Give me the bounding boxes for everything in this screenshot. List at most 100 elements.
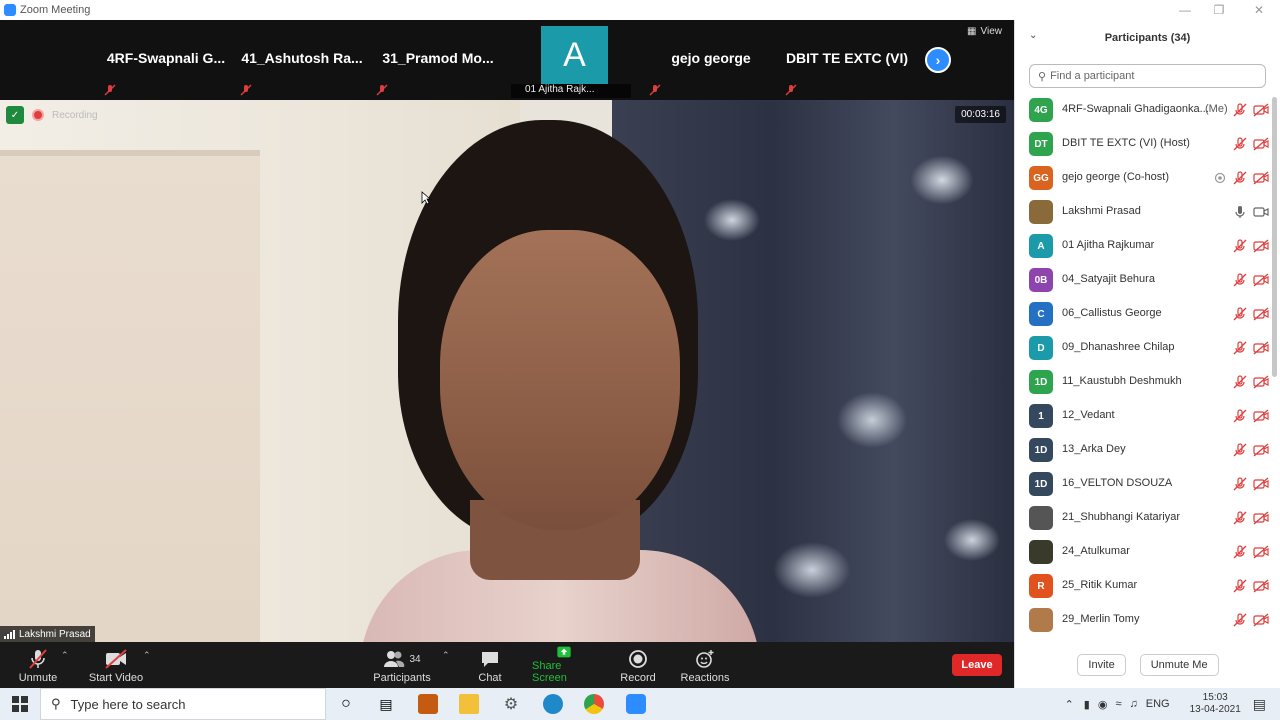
participant-name: 06_Callistus George	[1062, 307, 1162, 319]
participant-row[interactable]: Lakshmi Prasad	[1015, 195, 1273, 229]
language-indicator[interactable]: ENG	[1146, 698, 1170, 710]
participant-row[interactable]: 21_Shubhangi Katariyar	[1015, 501, 1273, 535]
record-button[interactable]: Record	[620, 646, 656, 684]
participants-panel: ⌄ Participants (34) ⚲ Find a participant…	[1014, 20, 1280, 688]
file-explorer-icon[interactable]	[459, 694, 479, 714]
settings-gear-icon[interactable]: ⚙	[501, 694, 521, 714]
chrome-tray-icon[interactable]: ◉	[1098, 698, 1108, 711]
avatar	[1029, 540, 1053, 564]
reactions-smiley-icon	[696, 650, 714, 668]
avatar: 1D	[1029, 370, 1053, 394]
participants-panel-header: ⌄ Participants (34)	[1015, 20, 1280, 56]
participant-row[interactable]: 1 12_Vedant	[1015, 399, 1273, 433]
unmute-me-button[interactable]: Unmute Me	[1139, 654, 1219, 676]
leave-button[interactable]: Leave	[952, 654, 1002, 676]
zoom-logo-icon	[4, 4, 16, 16]
windows-start-icon[interactable]	[10, 694, 30, 714]
taskbar-search-input[interactable]: ⚲ Type here to search	[40, 688, 326, 720]
participant-row[interactable]: 1D 13_Arka Dey	[1015, 433, 1273, 467]
mic-muted-icon	[104, 84, 116, 96]
participant-row[interactable]: 1D 11_Kaustubh Deshmukh	[1015, 365, 1273, 399]
participant-row[interactable]: 29_Merlin Tomy	[1015, 603, 1273, 637]
mic-muted-icon	[29, 649, 47, 669]
reactions-label: Reactions	[680, 672, 730, 684]
participant-row[interactable]: D 09_Dhanashree Chilap	[1015, 331, 1273, 365]
participant-row[interactable]: R 25_Ritik Kumar	[1015, 569, 1273, 603]
show-hidden-icons-chevron-icon[interactable]: ⌃	[1065, 698, 1074, 711]
edge-browser-icon[interactable]	[543, 694, 563, 714]
share-screen-button[interactable]: Share Screen	[532, 646, 596, 684]
participants-button[interactable]: 34 Participants	[372, 646, 432, 684]
minimize-icon[interactable]: —	[1166, 0, 1204, 20]
video-off-icon	[1253, 511, 1269, 525]
mic-muted-icon	[1233, 579, 1247, 593]
participants-icon-group: 34	[383, 648, 421, 670]
share-screen-label: Share Screen	[532, 660, 567, 684]
chat-bubble-icon	[482, 652, 498, 667]
mic-muted-icon	[240, 84, 252, 96]
mic-muted-icon	[649, 84, 661, 96]
mic-muted-icon	[785, 84, 797, 96]
participants-options-caret-icon[interactable]: ⌃	[442, 650, 450, 661]
chrome-browser-icon[interactable]	[584, 694, 604, 714]
main-video: ✓ Recording 00:03:16 Lakshmi Prasad	[0, 100, 1014, 642]
gallery-tile-avatar[interactable]: A 01 Ajitha Rajk...	[511, 26, 631, 98]
participant-search-input[interactable]: ⚲ Find a participant	[1029, 64, 1266, 88]
gallery-tile[interactable]: gejo george	[645, 26, 777, 98]
window-title: Zoom Meeting	[20, 4, 91, 16]
participant-list-scrollbar[interactable]	[1272, 97, 1277, 377]
cortana-icon[interactable]: ○	[336, 694, 356, 714]
mouse-cursor-icon	[421, 191, 431, 205]
participant-status-icons	[1233, 409, 1269, 423]
start-video-button[interactable]: Start Video	[88, 646, 144, 684]
signal-strength-icon	[4, 629, 15, 639]
maximize-icon[interactable]: ❐	[1200, 0, 1238, 20]
participant-name: 01 Ajitha Rajkumar	[1062, 239, 1155, 251]
reactions-button[interactable]: Reactions	[680, 646, 730, 684]
gallery-tile[interactable]: 4RF-Swapnali G...	[100, 26, 232, 98]
notifications-icon[interactable]: ▤	[1253, 696, 1266, 713]
participant-status-icons	[1233, 613, 1269, 627]
next-page-button[interactable]: ›	[925, 47, 951, 73]
avatar: R	[1029, 574, 1053, 598]
task-view-icon[interactable]: ▤	[376, 694, 396, 714]
store-icon[interactable]	[418, 694, 438, 714]
recording-dot-icon	[32, 109, 44, 121]
search-icon: ⚲	[51, 696, 61, 711]
participant-row[interactable]: DT DBIT TE EXTC (VI) (Host)	[1015, 127, 1273, 161]
audio-options-caret-icon[interactable]: ⌃	[61, 650, 69, 661]
mic-muted-icon	[1233, 375, 1247, 389]
gallery-tile[interactable]: DBIT TE EXTC (VI)	[781, 26, 913, 98]
invite-button[interactable]: Invite	[1077, 654, 1126, 676]
volume-icon[interactable]: ♫	[1130, 698, 1138, 710]
gallery-tile[interactable]: 31_Pramod Mo...	[372, 26, 504, 98]
video-off-icon	[1253, 545, 1269, 559]
mic-muted-icon	[1233, 341, 1247, 355]
collapse-chevron-icon[interactable]: ⌄	[1029, 30, 1037, 41]
mic-muted-icon	[1233, 477, 1247, 491]
view-label: View	[980, 26, 1003, 37]
zoom-app-icon[interactable]	[626, 694, 646, 714]
speaker-name: Lakshmi Prasad	[19, 628, 91, 640]
avatar: 1D	[1029, 472, 1053, 496]
gallery-tile[interactable]: 41_Ashutosh Ra...	[236, 26, 368, 98]
chat-button[interactable]: Chat	[474, 646, 506, 684]
participant-row[interactable]: A 01 Ajitha Rajkumar	[1015, 229, 1273, 263]
participant-row[interactable]: 1D 16_VELTON DSOUZA	[1015, 467, 1273, 501]
participant-row[interactable]: C 06_Callistus George	[1015, 297, 1273, 331]
participant-row[interactable]: 24_Atulkumar	[1015, 535, 1273, 569]
view-button[interactable]: ▦ View	[967, 26, 1002, 37]
battery-icon[interactable]: ▮	[1084, 698, 1090, 711]
system-clock[interactable]: 15:03 13-04-2021	[1190, 692, 1241, 716]
participants-panel-footer: Invite Unmute Me	[1015, 642, 1280, 688]
video-options-caret-icon[interactable]: ⌃	[143, 650, 151, 661]
participant-row[interactable]: 0B 04_Satyajit Behura	[1015, 263, 1273, 297]
network-icon[interactable]: ≈	[1115, 698, 1121, 710]
close-icon[interactable]: ✕	[1240, 0, 1278, 20]
participant-row[interactable]: GG gejo george (Co-host)	[1015, 161, 1273, 195]
participant-row[interactable]: 4G 4RF-Swapnali Ghadigaonka... (Me)	[1015, 93, 1273, 127]
participant-name: 04_Satyajit Behura	[1062, 273, 1155, 285]
unmute-button[interactable]: Unmute	[18, 646, 58, 684]
clock-time: 15:03	[1202, 692, 1228, 703]
security-shield-icon[interactable]: ✓	[6, 106, 24, 124]
